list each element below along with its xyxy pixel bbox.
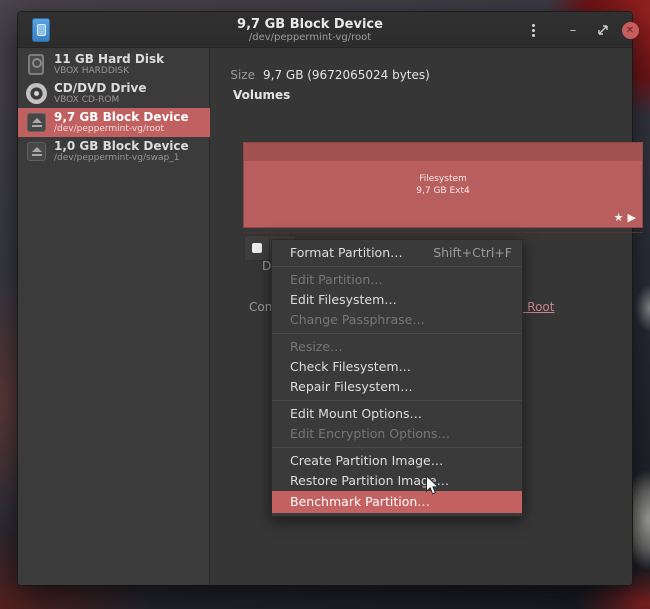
menu-item-format-partition[interactable]: Format Partition… Shift+Ctrl+F bbox=[272, 243, 522, 263]
sidebar-item-block-device-swap[interactable]: 1,0 GB Block Device /dev/peppermint-vg/s… bbox=[18, 137, 210, 166]
menu-item-resize: Resize… bbox=[290, 339, 343, 354]
menu-item-create-partition-image[interactable]: Create Partition Image… bbox=[272, 451, 522, 471]
maximize-button[interactable] bbox=[592, 20, 614, 40]
menu-item-repair-filesystem[interactable]: Repair Filesystem… bbox=[272, 377, 522, 397]
star-icon: ★ bbox=[613, 211, 624, 224]
menu-item-edit-mount-options[interactable]: Edit Mount Options… bbox=[272, 404, 522, 424]
hard-disk-icon bbox=[26, 54, 47, 75]
window-title: 9,7 GB Block Device bbox=[237, 17, 383, 32]
minimize-button[interactable]: – bbox=[562, 20, 584, 40]
volume-header-strip bbox=[244, 143, 642, 161]
device-subtitle: VBOX CD-ROM bbox=[54, 95, 120, 105]
accelerator: Shift+Ctrl+F bbox=[433, 245, 512, 260]
volume-block[interactable]: Filesystem 9,7 GB Ext4 ★ ▶ bbox=[243, 142, 643, 228]
device-title: 9,7 GB Block Device bbox=[54, 110, 189, 124]
block-device-icon bbox=[26, 112, 47, 133]
window-subtitle: /dev/peppermint-vg/root bbox=[248, 32, 372, 43]
device-title: 11 GB Hard Disk bbox=[54, 52, 165, 66]
close-button[interactable]: ✕ bbox=[619, 20, 641, 40]
menu-separator bbox=[272, 400, 522, 401]
titlebar: 9,7 GB Block Device /dev/peppermint-vg/r… bbox=[18, 12, 639, 48]
size-value: 9,7 GB (9672065024 bytes) bbox=[263, 68, 430, 82]
partition-context-menu: Format Partition… Shift+Ctrl+F Edit Part… bbox=[271, 239, 523, 517]
unmount-button[interactable] bbox=[244, 235, 270, 261]
volume-name: Filesystem bbox=[419, 174, 467, 184]
close-icon: ✕ bbox=[621, 21, 639, 39]
play-icon: ▶ bbox=[627, 211, 636, 224]
app-icon-glyph bbox=[36, 24, 46, 36]
menu-separator bbox=[272, 333, 522, 334]
volumes-heading: Volumes bbox=[233, 88, 291, 102]
kebab-menu-icon[interactable] bbox=[522, 20, 544, 40]
menu-item-edit-encryption-options: Edit Encryption Options… bbox=[290, 426, 450, 441]
sidebar-item-cd-drive[interactable]: CD/DVD Drive VBOX CD-ROM bbox=[18, 79, 210, 108]
disks-window: 9,7 GB Block Device /dev/peppermint-vg/r… bbox=[18, 12, 643, 585]
menu-item-change-passphrase: Change Passphrase… bbox=[290, 312, 425, 327]
menu-item-check-filesystem[interactable]: Check Filesystem… bbox=[272, 357, 522, 377]
menu-item-edit-filesystem[interactable]: Edit Filesystem… bbox=[272, 290, 522, 310]
device-subtitle: /dev/peppermint-vg/root bbox=[54, 124, 165, 134]
block-device-icon bbox=[26, 141, 47, 162]
device-title: 1,0 GB Block Device bbox=[54, 139, 189, 153]
stop-square-icon bbox=[252, 243, 262, 253]
menu-item-benchmark-partition[interactable]: Benchmark Partition… bbox=[272, 491, 522, 513]
menu-separator bbox=[272, 266, 522, 267]
app-icon bbox=[32, 18, 50, 42]
maximize-icon bbox=[598, 25, 608, 35]
menu-item-edit-partition: Edit Partition… bbox=[290, 272, 383, 287]
sidebar-item-hard-disk[interactable]: 11 GB Hard Disk VBOX HARDDISK bbox=[18, 50, 210, 79]
volume-detail: 9,7 GB Ext4 bbox=[416, 186, 470, 196]
mouse-cursor bbox=[426, 475, 440, 495]
device-title: CD/DVD Drive bbox=[54, 81, 147, 95]
size-label: Size bbox=[230, 68, 255, 82]
menu-item-restore-partition-image[interactable]: Restore Partition Image… bbox=[272, 471, 522, 491]
desktop: 9,7 GB Block Device /dev/peppermint-vg/r… bbox=[0, 0, 650, 609]
device-subtitle: /dev/peppermint-vg/swap_1 bbox=[54, 153, 180, 163]
sidebar-item-block-device-root[interactable]: 9,7 GB Block Device /dev/peppermint-vg/r… bbox=[18, 108, 210, 137]
menu-separator bbox=[272, 447, 522, 448]
device-sidebar: 11 GB Hard Disk VBOX HARDDISK CD/DVD Dri… bbox=[18, 48, 210, 585]
cd-drive-icon bbox=[26, 83, 47, 104]
volume-frame-border bbox=[243, 232, 643, 233]
device-subtitle: VBOX HARDDISK bbox=[54, 66, 130, 76]
